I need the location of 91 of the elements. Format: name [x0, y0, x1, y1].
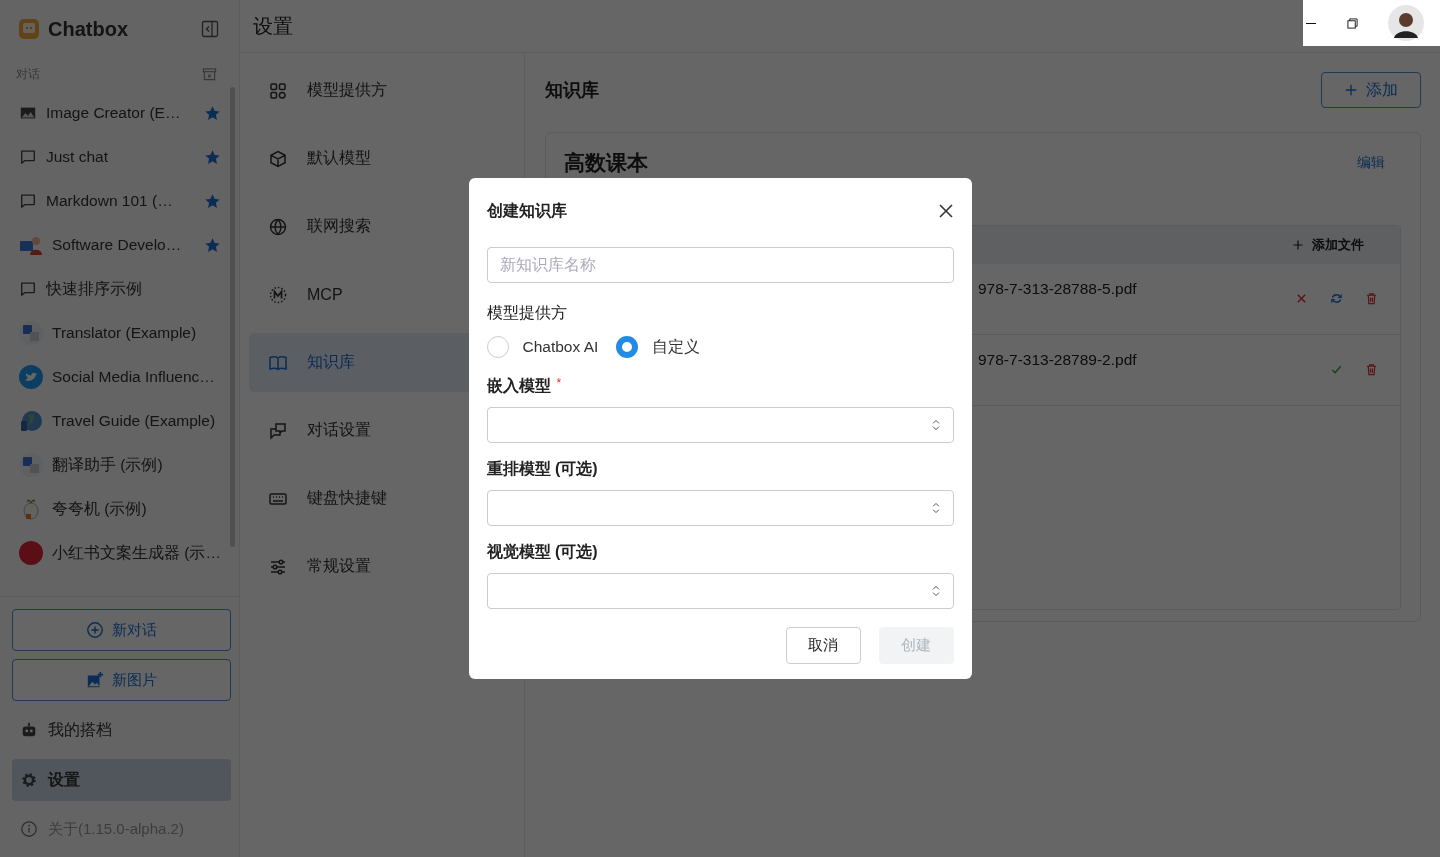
- field-label: 模型提供方: [486, 303, 568, 323]
- globe-icon: [268, 216, 288, 237]
- settings-icon: [20, 771, 38, 789]
- add-image-icon: [86, 671, 104, 689]
- model-select-field[interactable]: [486, 407, 954, 443]
- chat-icon: [268, 420, 288, 441]
- field-label: 重排模型 (可选): [486, 459, 598, 479]
- mcp-icon: [268, 284, 288, 305]
- chevron-updown-icon: [930, 418, 941, 432]
- chevron-updown-icon: [930, 584, 941, 598]
- avatar-icon: [19, 541, 43, 565]
- refresh-icon[interactable]: [1330, 292, 1343, 305]
- conversation-title: 小红书文案生成器 (示…: [52, 542, 221, 563]
- chat-icon: [19, 192, 37, 210]
- conversation-item[interactable]: 快速排序示例: [0, 267, 239, 311]
- field-label: 视觉模型 (可选): [486, 542, 598, 562]
- close-icon: [1295, 292, 1308, 305]
- conversation-item[interactable]: 小红书文案生成器 (示…: [0, 531, 239, 575]
- conversation-item[interactable]: Social Media Influenc…: [0, 355, 239, 399]
- plus-icon: [1292, 239, 1304, 251]
- robot-icon: [20, 721, 38, 739]
- chevron-updown-icon: [930, 501, 941, 515]
- section-title: 知识库: [545, 79, 599, 102]
- file-name: 978-7-313-28788-5.pdf: [978, 280, 1137, 299]
- plus-icon: [1344, 83, 1358, 97]
- dialog-title: 创建知识库: [486, 200, 567, 221]
- restore-icon[interactable]: [1347, 17, 1358, 29]
- user-avatar-icon[interactable]: [1388, 5, 1424, 41]
- conversation-title: 翻译助手 (示例): [52, 454, 164, 475]
- edit-link[interactable]: 编辑: [1357, 154, 1385, 172]
- conversation-title: Markdown 101 (…: [46, 192, 174, 210]
- conversation-title: Translator (Example): [52, 324, 198, 342]
- translate-icon: [19, 321, 43, 345]
- trash-icon[interactable]: [1365, 292, 1378, 305]
- radio-option[interactable]: 自定义: [616, 336, 701, 358]
- star-icon[interactable]: [204, 148, 221, 166]
- sidebar-collapse-icon[interactable]: [201, 20, 219, 38]
- star-icon[interactable]: [204, 192, 221, 210]
- conversation-item[interactable]: Travel Guide (Example): [0, 399, 239, 443]
- required-mark: *: [556, 376, 562, 390]
- plus-circle-icon: [86, 621, 104, 639]
- chat-icon: [19, 148, 37, 166]
- conversation-item[interactable]: Image Creator (E…: [0, 91, 239, 135]
- info-icon: [20, 820, 38, 838]
- knowledge-base-name: 高数课本: [564, 150, 648, 176]
- archive-icon[interactable]: [202, 67, 217, 82]
- conversation-item[interactable]: 翻译助手 (示例): [0, 443, 239, 487]
- file-name: 978-7-313-28789-2.pdf: [978, 351, 1137, 370]
- cube-icon: [268, 148, 288, 169]
- conversation-title: Software Develo…: [52, 236, 183, 254]
- grid-icon: [268, 80, 288, 101]
- conversation-item[interactable]: Translator (Example): [0, 311, 239, 355]
- conversation-item[interactable]: Markdown 101 (…: [0, 179, 239, 223]
- radio-button[interactable]: [486, 336, 509, 358]
- star-icon[interactable]: [204, 104, 221, 122]
- conversation-title: Just chat: [46, 148, 110, 166]
- translate-icon: [19, 453, 43, 477]
- bird-avatar-icon: [19, 365, 43, 389]
- trash-icon[interactable]: [1365, 363, 1378, 376]
- model-select-field[interactable]: [486, 573, 954, 609]
- add-file-button[interactable]: 添加文件: [1286, 235, 1370, 255]
- settings-nav-item[interactable]: 对话设置: [249, 401, 524, 460]
- settings-nav-item[interactable]: 默认模型: [249, 129, 524, 188]
- radio-label: 自定义: [652, 336, 701, 357]
- add-button[interactable]: 添加: [1321, 72, 1421, 108]
- radio-label: Chatbox AI: [522, 338, 599, 356]
- close-icon[interactable]: [937, 203, 954, 219]
- new-chat-button[interactable]: 新对话: [12, 609, 231, 651]
- app-name: Chatbox: [48, 17, 129, 41]
- chat-icon: [19, 280, 37, 298]
- sidebar-nav-item[interactable]: 设置: [12, 759, 231, 801]
- star-icon[interactable]: [204, 236, 221, 254]
- logo-icon: [18, 18, 40, 40]
- settings-nav-item[interactable]: 模型提供方: [249, 61, 524, 120]
- conversation-item[interactable]: Software Develo…: [0, 223, 239, 267]
- model-select-field[interactable]: [486, 490, 954, 526]
- dialog-button[interactable]: 取消: [785, 627, 861, 664]
- conversation-item[interactable]: Just chat: [0, 135, 239, 179]
- conversation-title: 快速排序示例: [46, 278, 143, 299]
- conversation-item[interactable]: 夸夸机 (示例): [0, 487, 239, 531]
- radio-button[interactable]: [616, 336, 639, 358]
- check-icon: [1330, 363, 1343, 376]
- conversation-title: Travel Guide (Example): [52, 412, 217, 430]
- conversation-title: Social Media Influenc…: [52, 368, 216, 386]
- new-image-button[interactable]: 新图片: [12, 659, 231, 701]
- globe-avatar-icon: [19, 409, 43, 433]
- sidebar-nav-item[interactable]: 我的搭档: [12, 709, 231, 751]
- page-title: 设置: [253, 13, 293, 39]
- conversation-title: Image Creator (E…: [46, 104, 182, 122]
- name-input-field[interactable]: 新知识库名称: [486, 247, 954, 283]
- conversation-title: 夸夸机 (示例): [52, 498, 148, 519]
